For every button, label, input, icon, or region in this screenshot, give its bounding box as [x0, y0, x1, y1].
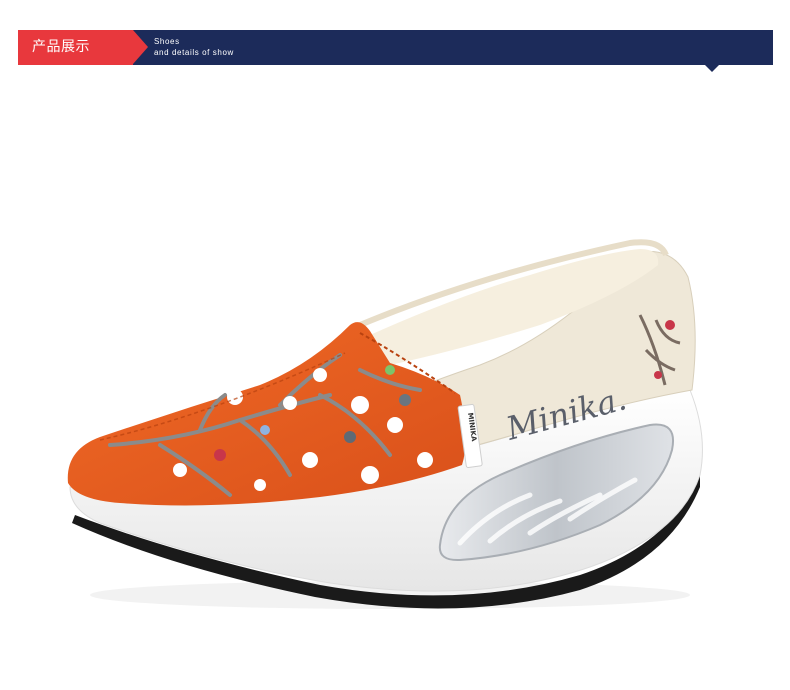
section-tag-label: 产品展示 — [32, 39, 90, 55]
section-subtitle-line1: Shoes — [154, 37, 180, 46]
product-photo-shoe: MINIKA Minika. — [67, 239, 703, 609]
section-subtitle-line2: and details of show — [154, 48, 234, 57]
section-subtitle: Shoes and details of show — [154, 36, 234, 58]
section-tag: 产品展示 — [18, 30, 148, 65]
banner-notch-indicator — [705, 65, 719, 72]
section-header-banner: 产品展示 Shoes and details of show — [18, 30, 773, 72]
